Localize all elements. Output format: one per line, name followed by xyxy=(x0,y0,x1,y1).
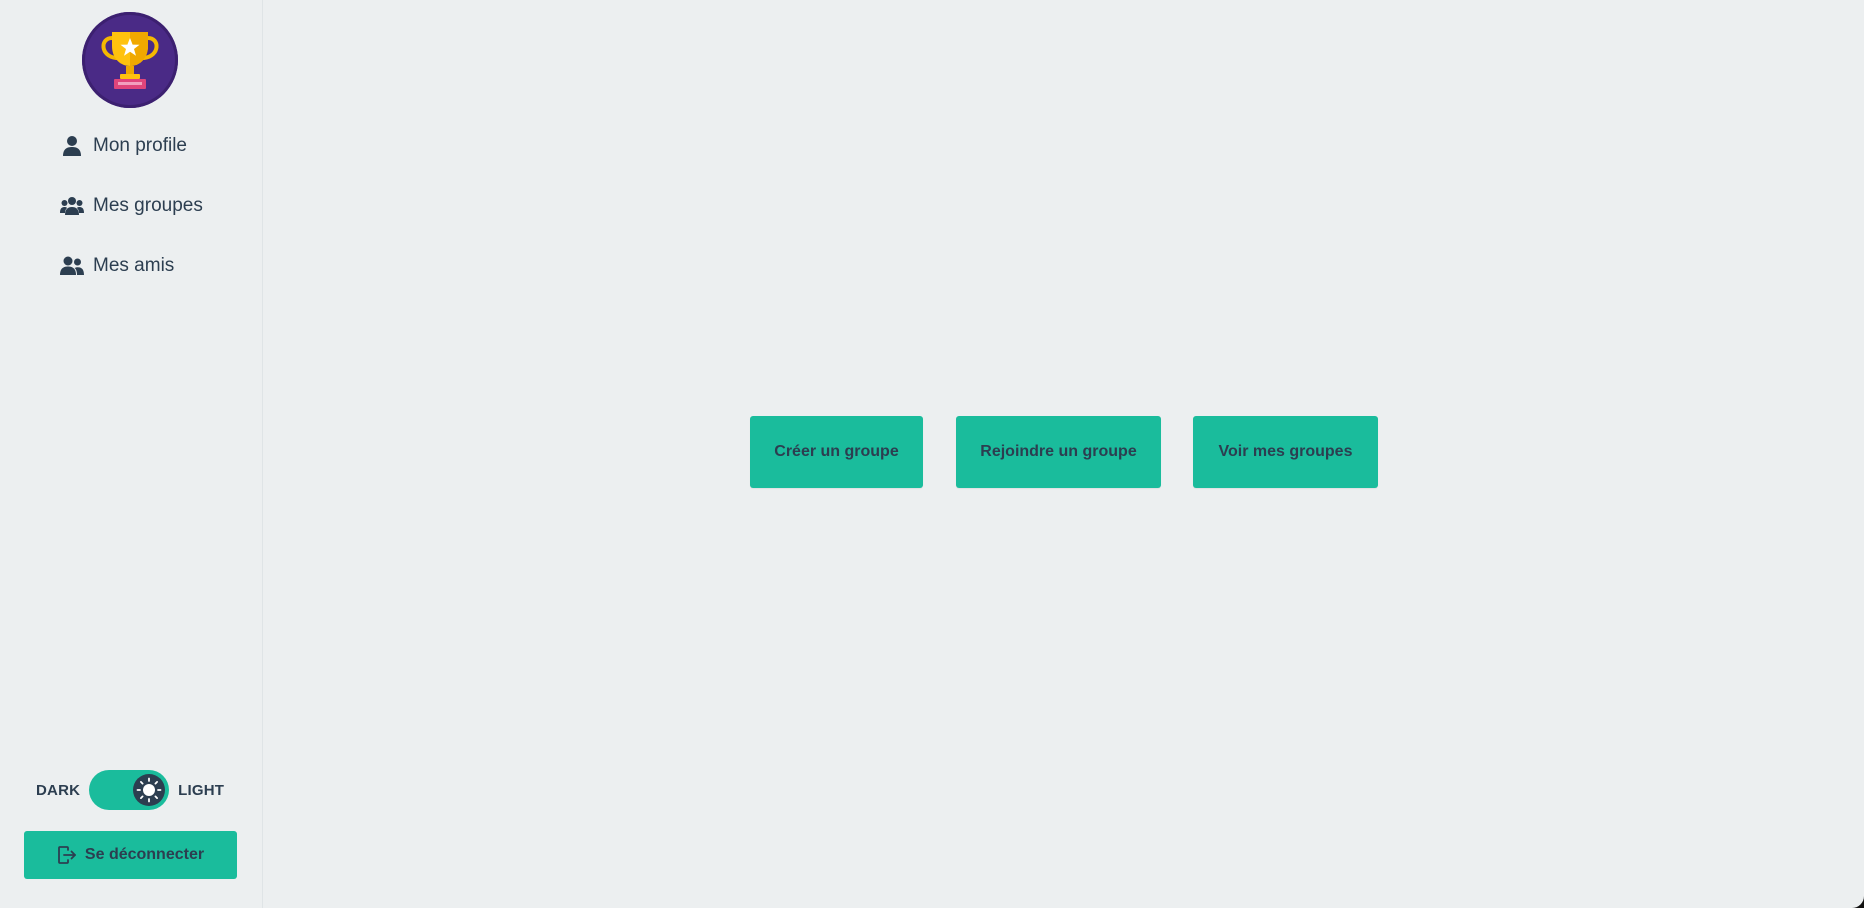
theme-dark-label: DARK xyxy=(36,781,81,799)
user-icon xyxy=(60,134,84,158)
create-group-button[interactable]: Créer un groupe xyxy=(750,416,923,488)
sign-out-icon xyxy=(57,845,77,865)
sidebar-item-label: Mon profile xyxy=(93,135,187,156)
toggle-knob xyxy=(133,774,166,806)
sidebar-item-label: Mes amis xyxy=(93,255,175,276)
theme-toggle[interactable] xyxy=(89,770,170,810)
user-friends-icon xyxy=(60,254,84,278)
join-group-label: Rejoindre un groupe xyxy=(980,443,1137,460)
sidebar: Mon profile Mes groupes Mes amis DARK LI… xyxy=(0,0,263,908)
logout-label: Se déconnecter xyxy=(84,846,205,863)
theme-light-label: LIGHT xyxy=(178,781,225,799)
users-group-icon xyxy=(60,194,84,218)
create-group-label: Créer un groupe xyxy=(774,443,899,460)
sidebar-item-profile[interactable]: Mon profile xyxy=(60,128,187,164)
logout-button[interactable]: Se déconnecter xyxy=(24,831,237,879)
view-groups-label: Voir mes groupes xyxy=(1218,443,1353,460)
trophy-icon xyxy=(101,32,159,89)
theme-switcher: DARK LIGHT xyxy=(36,770,224,810)
sidebar-item-label: Mes groupes xyxy=(93,195,203,216)
trophy-logo xyxy=(82,12,178,108)
sidebar-item-friends[interactable]: Mes amis xyxy=(60,248,174,284)
join-group-button[interactable]: Rejoindre un groupe xyxy=(956,416,1161,488)
sidebar-item-groups[interactable]: Mes groupes xyxy=(60,188,203,224)
app-window: Mon profile Mes groupes Mes amis DARK LI… xyxy=(0,0,1864,908)
view-groups-button[interactable]: Voir mes groupes xyxy=(1193,416,1378,488)
sun-icon xyxy=(136,777,162,803)
